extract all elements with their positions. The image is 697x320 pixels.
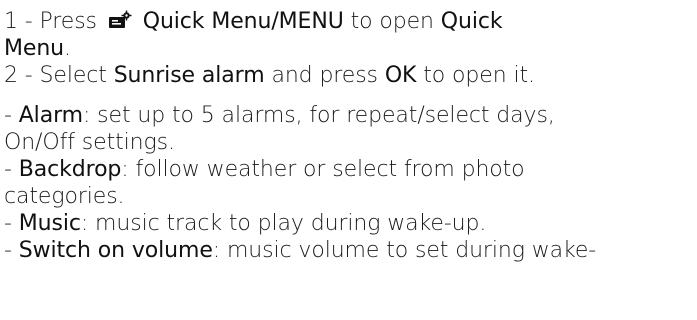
bullet-dash: -	[4, 103, 19, 128]
manual-page: 1 - Press Quick Menu /MENU to open Quick …	[0, 0, 697, 320]
alarm-description-cont: On/Off settings.	[4, 130, 175, 155]
step-2-text: and press	[264, 63, 385, 88]
music-description: : music track to play during wake-up.	[80, 211, 487, 236]
switch-on-volume-label: Switch on volume	[18, 238, 213, 263]
step-1-line-1: 1 - Press Quick Menu/MENU to open Quick	[4, 8, 503, 35]
quick-menu-icon	[108, 10, 132, 28]
bullet-switch-volume-line: - Switch on volume: music volume to set …	[4, 237, 596, 264]
sunrise-alarm-label: Sunrise alarm	[113, 63, 265, 88]
quick-menu-target-part-1: Quick	[440, 9, 503, 34]
step-1-number: 1 - Press	[4, 9, 104, 34]
bullet-dash: -	[4, 157, 19, 182]
bullet-dash: -	[4, 211, 19, 236]
alarm-description: : set up to 5 alarms, for repeat/select …	[82, 103, 555, 128]
step-1-line-2: Menu.	[4, 35, 71, 62]
step-2-number: 2 - Select	[4, 63, 114, 88]
ok-key-label: OK	[384, 63, 417, 88]
backdrop-description-cont: categories.	[4, 184, 125, 209]
menu-key-label: MENU	[278, 9, 344, 34]
alarm-label: Alarm	[18, 103, 83, 128]
quick-menu-key-label: Quick Menu	[142, 9, 272, 34]
bullet-music-line: - Music: music track to play during wake…	[4, 210, 486, 237]
bullet-alarm-line-2: On/Off settings.	[4, 129, 175, 156]
bullet-dash: -	[4, 238, 19, 263]
step-1-text: to open	[343, 9, 441, 34]
switch-on-volume-description: : music volume to set during wake-	[212, 238, 597, 263]
step-1-period: .	[64, 36, 71, 61]
quick-menu-target-part-2: Menu	[4, 36, 65, 61]
step-2-end-text: to open it.	[416, 63, 535, 88]
backdrop-description: : follow weather or select from photo	[121, 157, 525, 182]
backdrop-label: Backdrop	[18, 157, 122, 182]
step-2-line: 2 - Select Sunrise alarm and press OK to…	[4, 62, 535, 89]
bullet-backdrop-line-1: - Backdrop: follow weather or select fro…	[4, 156, 525, 183]
bullet-alarm-line-1: - Alarm: set up to 5 alarms, for repeat/…	[4, 102, 555, 129]
key-separator: /	[271, 9, 279, 34]
bullet-backdrop-line-2: categories.	[4, 183, 125, 210]
music-label: Music	[18, 211, 81, 236]
